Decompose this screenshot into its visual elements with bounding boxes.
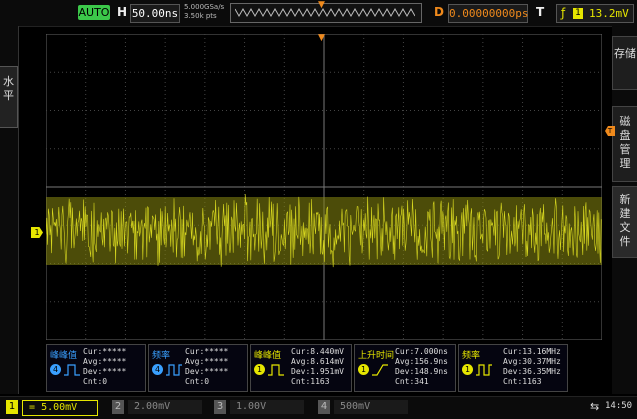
measurement-cur: Cur:13.16MHz <box>503 347 561 356</box>
measurement-dev: Dev:***** <box>83 367 127 376</box>
trigger-level: 13.2mV <box>589 7 629 20</box>
horizontal-menu-button[interactable]: 水平 <box>0 66 18 128</box>
usb-icon: ⇆ <box>590 400 600 413</box>
measurement-avg: Avg:***** <box>83 357 127 366</box>
sample-rate: 5.000GSa/s <box>184 3 225 11</box>
horizontal-menu-label: 水平 <box>3 75 14 102</box>
disk-manage-label: 磁盘管理 <box>619 115 631 170</box>
measurement-title: 峰峰值 <box>50 351 78 361</box>
ch1-scale[interactable]: = 5.00mV <box>22 400 98 416</box>
storage-menu-label: 存储 <box>614 47 636 60</box>
measurement-avg: Avg:30.37MHz <box>503 357 561 366</box>
measurement-channel: 1 <box>462 364 473 375</box>
peak-to-peak-icon <box>268 364 284 376</box>
measurement-avg: Avg:***** <box>185 357 229 366</box>
waveform-overview-icon <box>235 7 415 18</box>
graticule <box>46 34 602 340</box>
measurement-dev: Dev:148.9ns <box>395 367 448 376</box>
measurement-item[interactable]: 频率 1 Cur:13.16MHz Avg:30.37MHz Dev:36.35… <box>458 344 568 392</box>
measurement-avg: Avg:156.9ns <box>395 357 448 366</box>
trigger-time-marker-icon[interactable]: ▼ <box>318 33 325 43</box>
rise-time-icon <box>372 364 388 376</box>
run-mode-badge[interactable]: AUTO <box>78 5 110 20</box>
trigger-position-icon: ▼ <box>318 0 325 10</box>
measurement-cnt: Cnt:341 <box>395 377 429 386</box>
measurement-title: 上升时间 <box>358 351 395 361</box>
ch4-number[interactable]: 4 <box>318 400 330 414</box>
measurement-channel: 1 <box>254 364 265 375</box>
ch2-scale[interactable]: 2.00mV <box>128 400 202 414</box>
measurement-item[interactable]: 峰峰值 1 Cur:8.440mV Avg:8.614mV Dev:1.951m… <box>250 344 352 392</box>
clock: 14:50 <box>605 401 633 411</box>
ch3-number[interactable]: 3 <box>214 400 226 414</box>
measurement-item[interactable]: 上升时间 1 Cur:7.000ns Avg:156.9ns Dev:148.9… <box>354 344 456 392</box>
peak-to-peak-icon <box>64 364 80 376</box>
measurement-cnt: Cnt:1163 <box>291 377 330 386</box>
timebase-value[interactable]: 50.00ns <box>130 4 180 23</box>
delay-value[interactable]: 0.00000000ps <box>448 4 528 23</box>
measurement-cur: Cur:7.000ns <box>395 347 448 356</box>
measurement-panel: 峰峰值 4 Cur:***** Avg:***** Dev:***** Cnt:… <box>46 344 606 392</box>
horizontal-label: H <box>117 5 128 19</box>
measurement-title: 频率 <box>462 351 481 361</box>
storage-menu-button[interactable]: 存储 <box>612 36 637 90</box>
measurement-cur: Cur:8.440mV <box>291 347 344 356</box>
measurement-item[interactable]: 峰峰值 4 Cur:***** Avg:***** Dev:***** Cnt:… <box>46 344 146 392</box>
delay-label: D <box>434 5 444 19</box>
trigger-level-marker[interactable]: T <box>605 126 615 136</box>
measurement-channel: 1 <box>358 364 369 375</box>
frequency-icon <box>166 364 182 376</box>
memory-overview[interactable] <box>230 3 422 23</box>
trigger-settings[interactable]: ƒ 1 13.2mV <box>556 4 634 23</box>
acquisition-info: 5.000GSa/s 3.50k pts <box>184 3 224 21</box>
measurement-cnt: Cnt:0 <box>185 377 210 386</box>
ch1-number[interactable]: 1 <box>6 400 18 414</box>
ch1-coupling: = <box>29 402 36 413</box>
measurement-dev: Dev:36.35MHz <box>503 367 561 376</box>
disk-manage-button[interactable]: 磁盘管理 <box>612 106 637 182</box>
status-bar: AUTO H 50.00ns 5.000GSa/s 3.50k pts ▼ D … <box>0 0 637 27</box>
ch1-offset-marker[interactable]: 1 <box>31 227 43 238</box>
memory-depth: 3.50k pts <box>184 12 217 20</box>
right-panel: 存储 磁盘管理 新建文件 <box>612 26 637 394</box>
measurement-item[interactable]: 频率 4 Cur:***** Avg:***** Dev:***** Cnt:0 <box>148 344 248 392</box>
ch4-scale[interactable]: 500mV <box>334 400 408 414</box>
frequency-icon <box>476 364 492 376</box>
measurement-channel: 4 <box>152 364 163 375</box>
measurement-dev: Dev:***** <box>185 367 229 376</box>
new-file-label: 新建文件 <box>619 193 631 248</box>
rising-edge-icon: ƒ <box>561 6 566 20</box>
trigger-source: 1 <box>573 8 583 19</box>
measurement-channel: 4 <box>50 364 61 375</box>
measurement-cur: Cur:***** <box>83 347 127 356</box>
measurement-cur: Cur:***** <box>185 347 229 356</box>
measurement-title: 频率 <box>152 351 171 361</box>
ch2-number[interactable]: 2 <box>112 400 124 414</box>
new-file-button[interactable]: 新建文件 <box>612 186 637 258</box>
left-panel: 水平 <box>0 26 19 394</box>
waveform-display[interactable] <box>46 34 602 340</box>
measurement-cnt: Cnt:1163 <box>503 377 542 386</box>
measurement-title: 峰峰值 <box>254 351 282 361</box>
trigger-label: T <box>536 5 545 19</box>
channel-bar: 1 = 5.00mV 2 2.00mV 3 1.00V 4 500mV ⇆ 14… <box>0 396 637 419</box>
measurement-cnt: Cnt:0 <box>83 377 108 386</box>
measurement-avg: Avg:8.614mV <box>291 357 344 366</box>
ch3-scale[interactable]: 1.00V <box>230 400 304 414</box>
measurement-dev: Dev:1.951mV <box>291 367 344 376</box>
ch1-scale-value: 5.00mV <box>41 402 78 413</box>
